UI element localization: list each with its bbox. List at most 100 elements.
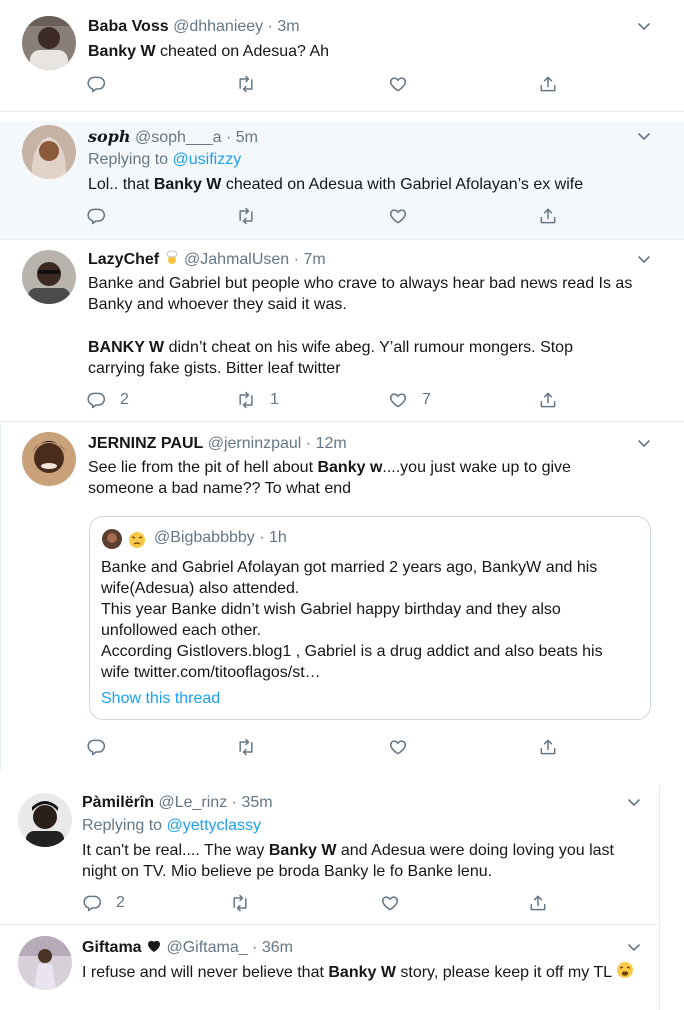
chevron-down-icon[interactable] xyxy=(626,794,642,810)
chevron-down-icon[interactable] xyxy=(636,128,652,144)
retweet-icon xyxy=(239,391,253,409)
share-icon xyxy=(540,739,556,755)
display-name[interactable]: 𝒔𝒐𝒑𝒉 xyxy=(88,127,131,146)
tweet-6[interactable]: Giftama @Giftama_ · 36m I refuse and wil… xyxy=(0,926,659,1010)
tweet-header: LazyChef @JahmalUsen · 7m xyxy=(88,250,326,270)
quoted-timestamp[interactable]: 1h xyxy=(269,529,287,546)
avatar[interactable] xyxy=(22,16,76,70)
chevron-down-icon[interactable] xyxy=(636,18,652,34)
like-button[interactable]: 7 xyxy=(388,389,431,411)
tweet-header: Pàmilërîn @Le_rinz · 35m xyxy=(82,793,273,813)
quoted-text: Banke and Gabriel Afolayan got married 2… xyxy=(101,557,631,683)
heart-icon xyxy=(381,896,399,911)
share-icon xyxy=(540,208,556,224)
retweet-icon xyxy=(239,738,253,756)
separator-dot: · xyxy=(305,435,312,452)
timestamp[interactable]: 7m xyxy=(303,251,325,268)
retweet-button[interactable] xyxy=(236,73,256,95)
text-segment: story, please keep it off my TL xyxy=(395,964,612,981)
user-handle[interactable]: @dhhanieey xyxy=(173,18,263,35)
tweet-2[interactable]: 𝒔𝒐𝒑𝒉 @soph___a · 5m Replying to @usifizz… xyxy=(0,121,684,239)
share-button[interactable] xyxy=(538,205,558,227)
user-handle[interactable]: @Giftama_ xyxy=(166,939,247,956)
avatar[interactable] xyxy=(18,936,72,990)
timestamp[interactable]: 5m xyxy=(236,129,258,146)
retweet-button[interactable]: 1 xyxy=(236,389,279,411)
retweet-count: 1 xyxy=(270,391,279,408)
quoted-header: @Bigbabbbby · 1h xyxy=(154,528,287,548)
retweet-button[interactable] xyxy=(230,892,250,914)
reply-button[interactable] xyxy=(86,73,106,95)
reply-button[interactable] xyxy=(86,736,106,758)
tweet-actions xyxy=(86,205,566,227)
display-name[interactable]: JERNINZ PAUL xyxy=(88,435,203,452)
tweet-3[interactable]: LazyChef @JahmalUsen · 7m Banke and Gabr… xyxy=(0,240,684,422)
chevron-down-icon[interactable] xyxy=(626,939,642,955)
tweet-text: Banky W cheated on Adesua? Ah xyxy=(88,41,658,62)
tweet-text: Lol.. that Banky W cheated on Adesua wit… xyxy=(88,174,668,195)
quoted-handle[interactable]: @Bigbabbbby xyxy=(154,529,255,546)
reply-icon xyxy=(83,895,102,912)
replying-to-link[interactable]: @yettyclassy xyxy=(167,817,261,834)
quoted-tweet[interactable]: @Bigbabbbby · 1h Banke and Gabriel Afola… xyxy=(89,516,651,720)
share-button[interactable] xyxy=(538,389,558,411)
display-name[interactable]: Baba Voss xyxy=(88,18,169,35)
chevron-down-icon[interactable] xyxy=(636,435,652,451)
retweet-icon xyxy=(233,894,247,912)
tweet-5[interactable]: Pàmilërîn @Le_rinz · 35m Replying to @ye… xyxy=(0,785,684,925)
share-icon xyxy=(540,76,556,92)
quoted-avatar[interactable] xyxy=(102,529,122,549)
replying-to-link[interactable]: @usifizzy xyxy=(173,151,242,168)
share-icon xyxy=(540,392,556,408)
user-handle[interactable]: @Le_rinz xyxy=(158,794,227,811)
text-highlight: Banky W xyxy=(153,176,222,193)
quoted-line: This year Banke didn’t wish Gabriel happ… xyxy=(101,601,561,639)
show-thread-link[interactable]: Show this thread xyxy=(101,688,220,709)
timestamp[interactable]: 3m xyxy=(277,18,299,35)
like-button[interactable] xyxy=(388,73,408,95)
like-count: 7 xyxy=(422,391,431,408)
display-name[interactable]: Pàmilërîn xyxy=(82,794,154,811)
heart-icon xyxy=(389,209,407,224)
avatar[interactable] xyxy=(22,125,76,179)
separator-dot: · xyxy=(252,939,258,956)
chef-emoji-icon xyxy=(166,250,177,264)
avatar[interactable] xyxy=(22,432,76,486)
user-handle[interactable]: @jerninzpaul xyxy=(208,435,302,452)
quoted-line: Banke and Gabriel Afolayan got married 2… xyxy=(101,559,598,597)
retweet-button[interactable] xyxy=(236,736,256,758)
timestamp[interactable]: 12m xyxy=(316,435,347,452)
display-name[interactable]: LazyChef xyxy=(88,250,180,268)
reply-button[interactable] xyxy=(86,205,106,227)
avatar[interactable] xyxy=(22,250,76,304)
like-button[interactable] xyxy=(388,205,408,227)
tweet-actions: 2 xyxy=(82,892,562,914)
separator-dot: · xyxy=(293,251,299,268)
reply-button[interactable]: 2 xyxy=(82,892,125,914)
avatar[interactable] xyxy=(18,793,72,847)
angry-face-emoji-icon xyxy=(129,532,145,548)
share-button[interactable] xyxy=(538,736,558,758)
tweet-actions xyxy=(86,736,566,758)
like-button[interactable] xyxy=(388,736,408,758)
share-button[interactable] xyxy=(528,892,548,914)
user-handle[interactable]: @JahmalUsen xyxy=(184,251,289,268)
text-highlight: Banky W xyxy=(268,842,337,859)
tweet-actions xyxy=(86,73,566,95)
tweet-1[interactable]: Baba Voss @dhhanieey · 3m Banky W cheate… xyxy=(0,0,684,112)
timestamp[interactable]: 36m xyxy=(262,939,293,956)
reply-icon xyxy=(87,392,106,409)
share-button[interactable] xyxy=(538,73,558,95)
timestamp[interactable]: 35m xyxy=(241,794,272,811)
display-name[interactable]: Giftama xyxy=(82,939,162,956)
text-segment: cheated on Adesua with Gabriel Afolayan’… xyxy=(221,176,584,193)
separator-dot: · xyxy=(231,794,237,811)
tweet-header: Baba Voss @dhhanieey · 3m xyxy=(88,17,300,37)
reply-button[interactable]: 2 xyxy=(86,389,129,411)
retweet-button[interactable] xyxy=(236,205,256,227)
user-handle[interactable]: @soph___a xyxy=(135,129,222,146)
tweet-4[interactable]: JERNINZ PAUL @jerninzpaul · 12m See lie … xyxy=(0,422,684,770)
text-segment: cheated on Adesua? Ah xyxy=(155,43,330,60)
like-button[interactable] xyxy=(380,892,400,914)
chevron-down-icon[interactable] xyxy=(636,251,652,267)
